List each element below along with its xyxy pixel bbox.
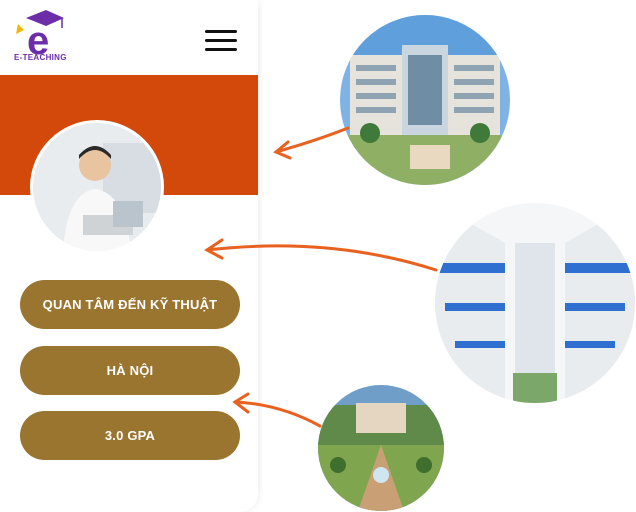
hamburger-menu-button[interactable]: [205, 30, 237, 54]
profile-avatar: [33, 123, 161, 251]
campus-aerial-photo: [318, 385, 444, 511]
profile-card: e E-TEACHING QUAN TÂM ĐẾN KỸ THUẬT HÀ NỘ…: [0, 0, 258, 512]
campus-atrium-photo: [435, 203, 635, 403]
tag-location[interactable]: HÀ NỘI: [20, 346, 240, 395]
brand-name: E-TEACHING: [14, 53, 67, 62]
tag-engineering-interest[interactable]: QUAN TÂM ĐẾN KỸ THUẬT: [20, 280, 240, 329]
tag-gpa[interactable]: 3.0 GPA: [20, 411, 240, 460]
campus-building-photo: [340, 15, 510, 185]
arrow-building-to-banner: [274, 126, 350, 154]
arrow-building-to-banner-head: [273, 140, 292, 160]
